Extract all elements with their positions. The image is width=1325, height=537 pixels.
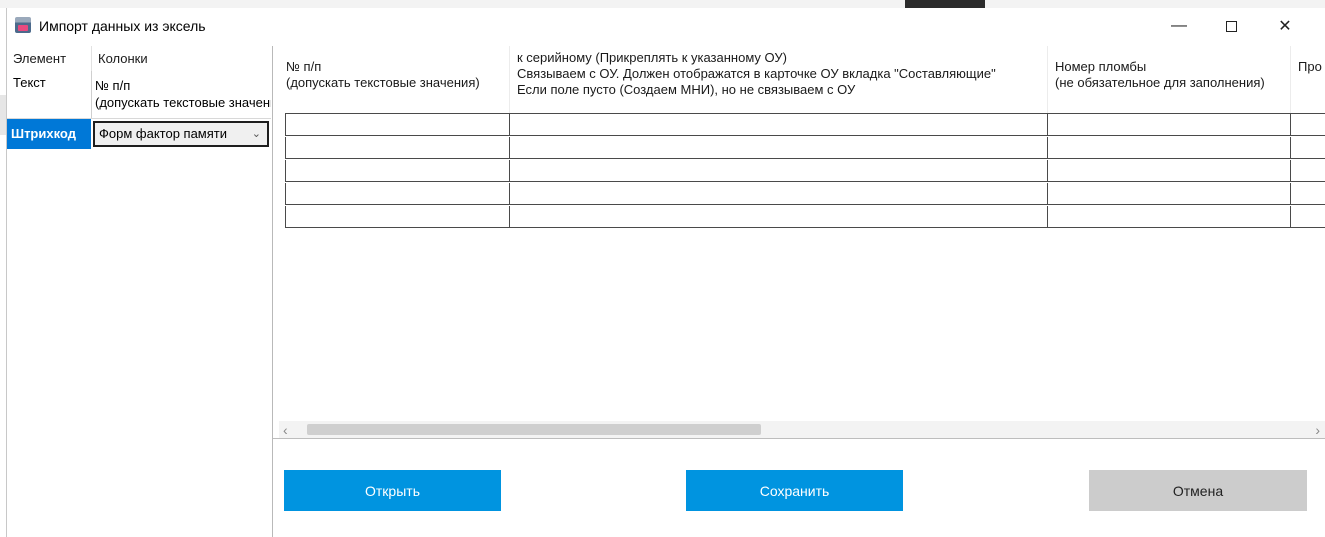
header-line: Номер пломбы bbox=[1055, 59, 1147, 74]
table-cell[interactable] bbox=[285, 206, 510, 228]
table-cell[interactable] bbox=[1048, 206, 1291, 228]
divider bbox=[273, 438, 1325, 439]
open-button[interactable]: Открыть bbox=[284, 470, 501, 511]
column-cell-line: № п/п bbox=[95, 78, 131, 93]
scroll-left-icon[interactable]: ‹ bbox=[283, 422, 288, 438]
table-cell[interactable] bbox=[510, 183, 1048, 205]
column-dropdown[interactable]: Форм фактор памяти ⌄ bbox=[93, 121, 269, 147]
column-header[interactable]: к серийному (Прикреплять к указанному ОУ… bbox=[510, 46, 1048, 113]
background-app-element bbox=[905, 0, 985, 8]
close-button[interactable]: ✕ bbox=[1262, 8, 1308, 44]
horizontal-scrollbar[interactable]: ‹ › bbox=[279, 421, 1325, 438]
maximize-button[interactable] bbox=[1208, 8, 1254, 44]
table-row[interactable] bbox=[285, 114, 1325, 136]
table-cell[interactable] bbox=[285, 160, 510, 182]
maximize-icon bbox=[1225, 20, 1237, 32]
preview-grid: № п/п (допускать текстовые значения) к с… bbox=[279, 46, 1325, 438]
column-header[interactable]: № п/п (допускать текстовые значения) bbox=[279, 46, 510, 113]
column-header[interactable]: Номер пломбы (не обязательное для заполн… bbox=[1048, 46, 1291, 113]
element-cell[interactable]: Текст bbox=[7, 71, 91, 118]
header-line: (допускать текстовые значения) bbox=[286, 75, 480, 90]
table-cell[interactable] bbox=[1048, 160, 1291, 182]
scroll-right-icon[interactable]: › bbox=[1315, 422, 1320, 438]
table-row[interactable] bbox=[285, 183, 1325, 205]
table-cell[interactable] bbox=[1291, 137, 1325, 159]
mapping-grid: Элемент Колонки Текст № п/п (допускать т… bbox=[7, 46, 273, 537]
table-cell[interactable] bbox=[285, 137, 510, 159]
cancel-button[interactable]: Отмена bbox=[1089, 470, 1307, 511]
mapping-row[interactable]: Текст № п/п (допускать текстовые значени… bbox=[7, 71, 271, 119]
table-cell[interactable] bbox=[510, 137, 1048, 159]
table-row[interactable] bbox=[285, 206, 1325, 228]
app-icon bbox=[15, 17, 31, 33]
column-cell-line: (допускать текстовые значения) bbox=[95, 95, 271, 110]
column-header[interactable]: Про bbox=[1291, 46, 1325, 113]
header-line: Про bbox=[1298, 59, 1322, 74]
table-cell[interactable] bbox=[1048, 114, 1291, 136]
window-title: Импорт данных из эксель bbox=[39, 18, 206, 34]
table-cell[interactable] bbox=[1048, 183, 1291, 205]
element-cell-selected[interactable]: Штрихкод bbox=[7, 119, 91, 149]
table-cell[interactable] bbox=[1291, 206, 1325, 228]
header-line: к серийному (Прикреплять к указанному ОУ… bbox=[517, 50, 787, 65]
table-cell[interactable] bbox=[1291, 160, 1325, 182]
table-row[interactable] bbox=[285, 160, 1325, 182]
mapping-row-selected[interactable]: Штрихкод Форм фактор памяти ⌄ bbox=[7, 119, 271, 149]
dropdown-value: Форм фактор памяти bbox=[99, 126, 227, 141]
table-cell[interactable] bbox=[1291, 114, 1325, 136]
header-line: Связываем с ОУ. Должен отображатся в кар… bbox=[517, 66, 996, 81]
background-app-strip bbox=[0, 0, 1325, 8]
header-line: № п/п bbox=[286, 59, 322, 74]
table-cell[interactable] bbox=[1048, 137, 1291, 159]
save-button[interactable]: Сохранить bbox=[686, 470, 903, 511]
table-cell[interactable] bbox=[510, 206, 1048, 228]
header-line: Если поле пусто (Создаем МНИ), но не свя… bbox=[517, 82, 856, 97]
import-dialog: Импорт данных из эксель — ✕ Элемент Коло… bbox=[6, 8, 1325, 537]
table-cell[interactable] bbox=[510, 160, 1048, 182]
header-columns[interactable]: Колонки bbox=[91, 46, 271, 71]
column-cell[interactable]: № п/п (допускать текстовые значения) bbox=[91, 71, 271, 118]
table-cell[interactable] bbox=[510, 114, 1048, 136]
header-element[interactable]: Элемент bbox=[7, 46, 91, 71]
minimize-button[interactable]: — bbox=[1156, 8, 1202, 44]
chevron-down-icon: ⌄ bbox=[251, 128, 261, 140]
scrollbar-thumb[interactable] bbox=[307, 424, 761, 435]
title-bar: Импорт данных из эксель — ✕ bbox=[7, 8, 1325, 44]
header-line: (не обязательное для заполнения) bbox=[1055, 75, 1265, 90]
table-cell[interactable] bbox=[1291, 183, 1325, 205]
table-cell[interactable] bbox=[285, 183, 510, 205]
table-row[interactable] bbox=[285, 137, 1325, 159]
table-cell[interactable] bbox=[285, 114, 510, 136]
